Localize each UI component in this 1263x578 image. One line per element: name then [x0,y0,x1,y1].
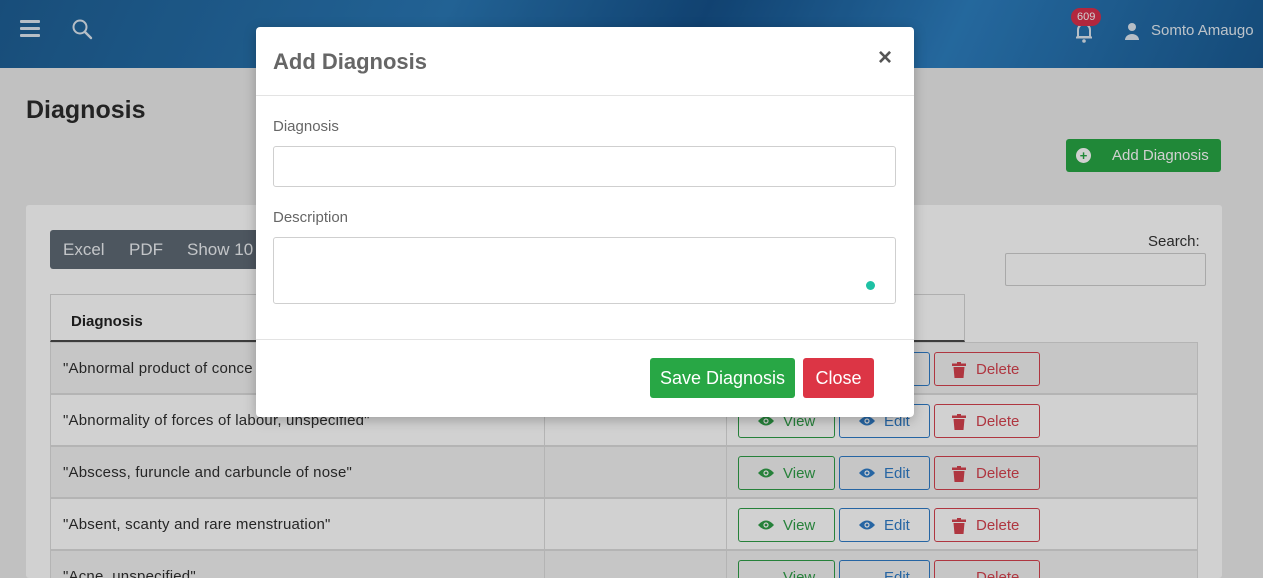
modal-header: Add Diagnosis × [256,27,914,96]
save-diagnosis-button[interactable]: Save Diagnosis [650,358,795,398]
close-icon[interactable]: × [874,46,896,70]
description-textarea[interactable] [273,237,896,304]
grammar-assistant-icon[interactable] [866,281,875,290]
diagnosis-input[interactable] [273,146,896,187]
diagnosis-label: Diagnosis [273,118,339,135]
description-label: Description [273,209,349,226]
modal-title: Add Diagnosis [273,49,428,74]
add-diagnosis-modal: Add Diagnosis × Diagnosis Description Sa… [256,27,914,417]
close-button[interactable]: Close [803,358,874,398]
